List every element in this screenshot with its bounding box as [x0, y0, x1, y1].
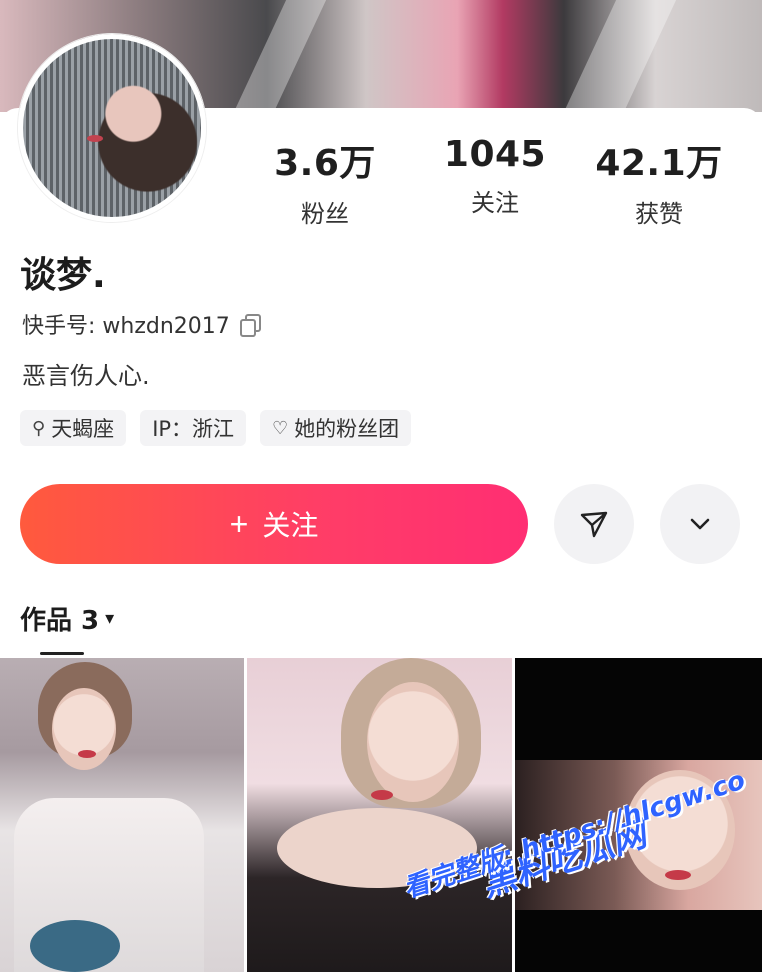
search-icon: ⚲: [32, 417, 46, 439]
profile-tags: ⚲ 天蝎座 IP：浙江 ♡ 她的粉丝团: [20, 410, 412, 446]
tag-constellation[interactable]: ⚲ 天蝎座: [20, 410, 127, 446]
work-thumbnail[interactable]: [0, 658, 245, 972]
avatar[interactable]: [18, 34, 206, 222]
tag-label: 天蝎座: [51, 417, 115, 441]
follow-button[interactable]: + 关注: [20, 484, 528, 564]
stat-following[interactable]: 1045 关注: [420, 134, 570, 218]
stat-value: 3.6万: [274, 143, 376, 184]
chevron-down-icon: [690, 518, 710, 530]
work-thumbnail[interactable]: [247, 658, 512, 972]
tag-fan-club[interactable]: ♡ 她的粉丝团: [260, 410, 412, 446]
tab-works-label: 作品 3: [20, 606, 100, 636]
tag-ip-location: IP：浙江: [140, 410, 247, 446]
tab-active-indicator: [40, 652, 84, 655]
heart-icon: ♡: [272, 417, 289, 439]
profile-bio: 恶言伤人心.: [22, 362, 150, 390]
stat-label: 关注: [471, 189, 519, 217]
kuaishou-id: 快手号: whzdn2017: [22, 308, 261, 340]
profile-name: 谈梦.: [20, 255, 106, 296]
stat-value: 42.1万: [595, 143, 723, 184]
send-icon: [580, 511, 608, 538]
profile-stats: 3.6万 粉丝 1045 关注 42.1万 获赞: [250, 134, 750, 228]
stat-likes[interactable]: 42.1万 获赞: [584, 134, 734, 229]
tag-label: IP：浙江: [152, 417, 235, 441]
stat-value: 1045: [443, 134, 547, 175]
send-message-button[interactable]: [554, 484, 634, 564]
copy-icon[interactable]: [239, 314, 261, 337]
stat-label: 粉丝: [301, 200, 349, 228]
more-options-button[interactable]: [660, 484, 740, 564]
stat-fans[interactable]: 3.6万 粉丝: [250, 134, 400, 229]
tag-label: 她的粉丝团: [294, 417, 400, 441]
tab-works[interactable]: 作品 3 ▾: [20, 600, 114, 637]
caret-down-icon: ▾: [105, 608, 115, 629]
stat-label: 获赞: [635, 200, 683, 228]
follow-button-label: 关注: [262, 510, 319, 541]
kuaishou-id-text: 快手号: whzdn2017: [22, 314, 230, 339]
plus-icon: +: [229, 505, 249, 542]
